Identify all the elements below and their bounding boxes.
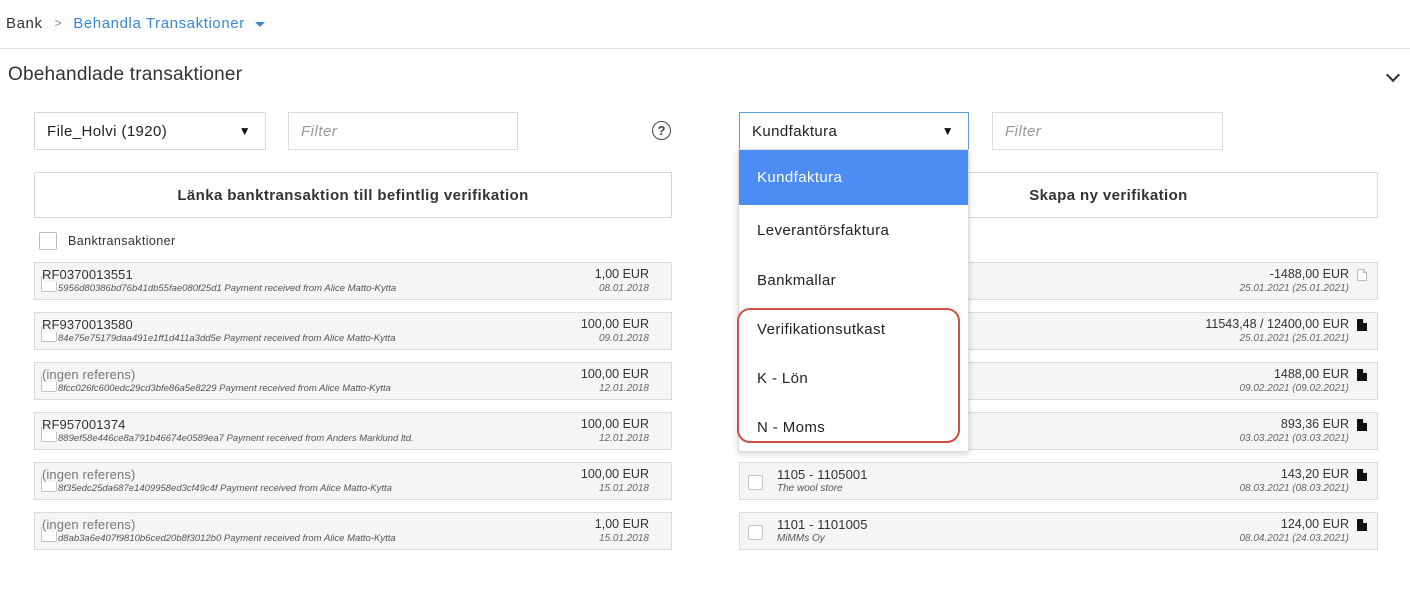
document-filled-icon[interactable] <box>1357 419 1367 431</box>
transaction-date: 15.01.2018 <box>598 483 649 494</box>
voucher-date: 25.01.2021 (25.01.2021) <box>1239 333 1349 344</box>
transaction-reference: RF9370013580 <box>42 317 135 332</box>
transaction-description: 5956d80386bd76b41db55fae080f25d1 Payment… <box>58 283 397 294</box>
transaction-description: 889ef58e446ce8a791b46674e0589ea7 Payment… <box>58 433 414 444</box>
voucher-amount: 893,36 EUR <box>1280 417 1349 431</box>
voucher-date: 08.04.2021 (24.03.2021) <box>1239 533 1349 544</box>
breadcrumb-current[interactable]: Behandla Transaktioner <box>73 15 245 32</box>
voucher-date: 09.02.2021 (09.02.2021) <box>1239 383 1349 394</box>
help-icon[interactable]: ? <box>652 121 671 140</box>
voucher-reference: 1101 - 1101005 <box>777 517 870 532</box>
voucher-date: 08.03.2021 (08.03.2021) <box>1239 483 1349 494</box>
voucher-row[interactable]: 1105 - 1105001 The wool store 143,20 EUR… <box>739 462 1378 500</box>
bank-transaction-row[interactable]: (ingen referens) 8fcc026fc600edc29cd3bfe… <box>34 362 672 400</box>
bank-transaction-row[interactable]: RF9370013580 84e75e75179daa491e1ff1d411a… <box>34 312 672 350</box>
transaction-amount: 1,00 EUR <box>594 517 649 531</box>
voucher-type-select-value: Kundfaktura <box>752 122 838 140</box>
voucher-description: The wool store <box>777 483 843 494</box>
transaction-amount: 100,00 EUR <box>580 317 649 331</box>
transaction-reference: (ingen referens) <box>42 367 138 382</box>
document-outline-icon[interactable] <box>1357 269 1367 281</box>
voucher-filter-input[interactable] <box>992 112 1223 150</box>
select-arrow-icon: ▼ <box>941 124 954 138</box>
link-transaction-button[interactable]: Länka banktransaktion till befintlig ver… <box>34 172 672 218</box>
transaction-reference: RF0370013551 <box>42 267 135 282</box>
bank-transaction-row[interactable]: RF957001374 889ef58e446ce8a791b46674e058… <box>34 412 672 450</box>
voucher-reference: 1105 - 1105001 <box>777 467 870 482</box>
select-all-checkbox[interactable] <box>39 232 57 250</box>
breadcrumb: Bank > Behandla Transaktioner <box>6 12 265 34</box>
transaction-date: 09.01.2018 <box>598 333 649 344</box>
transaction-amount: 100,00 EUR <box>580 467 649 481</box>
voucher-amount: 11543,48 / 12400,00 EUR <box>1205 317 1349 331</box>
transaction-description: 8f35edc25da687e1409958ed3cf49c4f Payment… <box>58 483 392 494</box>
transaction-amount: 100,00 EUR <box>580 367 649 381</box>
breadcrumb-bank[interactable]: Bank <box>6 15 43 32</box>
document-filled-icon[interactable] <box>1357 369 1367 381</box>
voucher-amount: 124,00 EUR <box>1280 517 1349 531</box>
transaction-description: d8ab3a6e407f9810b6ced20b8f3012b0 Payment… <box>58 533 396 544</box>
select-arrow-icon: ▼ <box>238 124 251 138</box>
breadcrumb-separator: > <box>54 16 63 30</box>
voucher-date: 25.01.2021 (25.01.2021) <box>1239 283 1349 294</box>
transaction-amount: 1,00 EUR <box>594 267 649 281</box>
dropdown-item-leverantorsfaktura[interactable]: Leverantörsfaktura <box>739 205 968 255</box>
row-checkbox[interactable] <box>748 525 763 540</box>
bank-account-select[interactable]: File_Holvi (1920) ▼ <box>34 112 266 150</box>
transaction-description: 8fcc026fc600edc29cd3bfe86a5e8229 Payment… <box>58 383 391 394</box>
voucher-row[interactable]: 1101 - 1101005 MiMMs Oy 124,00 EUR 08.04… <box>739 512 1378 550</box>
bank-account-select-value: File_Holvi (1920) <box>47 122 168 140</box>
dropdown-item-bankmallar[interactable]: Bankmallar <box>739 255 968 305</box>
voucher-amount: 143,20 EUR <box>1280 467 1349 481</box>
caret-down-icon[interactable] <box>254 21 265 27</box>
bank-transactions-header: Banktransaktioner <box>68 234 176 248</box>
transaction-reference: (ingen referens) <box>42 517 138 532</box>
voucher-amount: 1488,00 EUR <box>1273 367 1349 381</box>
transaction-description: 84e75e75179daa491e1ff1d411a3dd5e Payment… <box>58 333 396 344</box>
document-filled-icon[interactable] <box>1357 519 1367 531</box>
dropdown-item-kundfaktura[interactable]: Kundfaktura <box>739 150 968 205</box>
row-checkbox[interactable] <box>748 475 763 490</box>
voucher-amount: -1488,00 EUR <box>1269 267 1349 281</box>
document-filled-icon[interactable] <box>1357 469 1367 481</box>
bank-transaction-row[interactable]: RF0370013551 5956d80386bd76b41db55fae080… <box>34 262 672 300</box>
highlight-annotation <box>737 308 960 443</box>
bank-transaction-row[interactable]: (ingen referens) 8f35edc25da687e1409958e… <box>34 462 672 500</box>
voucher-date: 03.03.2021 (03.03.2021) <box>1239 433 1349 444</box>
bank-filter-input[interactable] <box>288 112 518 150</box>
transaction-date: 08.01.2018 <box>598 283 649 294</box>
transaction-reference: RF957001374 <box>42 417 128 432</box>
document-filled-icon[interactable] <box>1357 319 1367 331</box>
transaction-date: 15.01.2018 <box>598 533 649 544</box>
transaction-date: 12.01.2018 <box>598 433 649 444</box>
transaction-reference: (ingen referens) <box>42 467 138 482</box>
section-title: Obehandlade transaktioner <box>8 64 243 85</box>
chevron-down-icon[interactable] <box>1385 67 1401 83</box>
header-divider <box>0 48 1410 49</box>
transaction-date: 12.01.2018 <box>598 383 649 394</box>
voucher-type-select[interactable]: Kundfaktura ▼ <box>739 112 969 150</box>
transaction-amount: 100,00 EUR <box>580 417 649 431</box>
voucher-description: MiMMs Oy <box>777 533 825 544</box>
bank-transaction-row[interactable]: (ingen referens) d8ab3a6e407f9810b6ced20… <box>34 512 672 550</box>
